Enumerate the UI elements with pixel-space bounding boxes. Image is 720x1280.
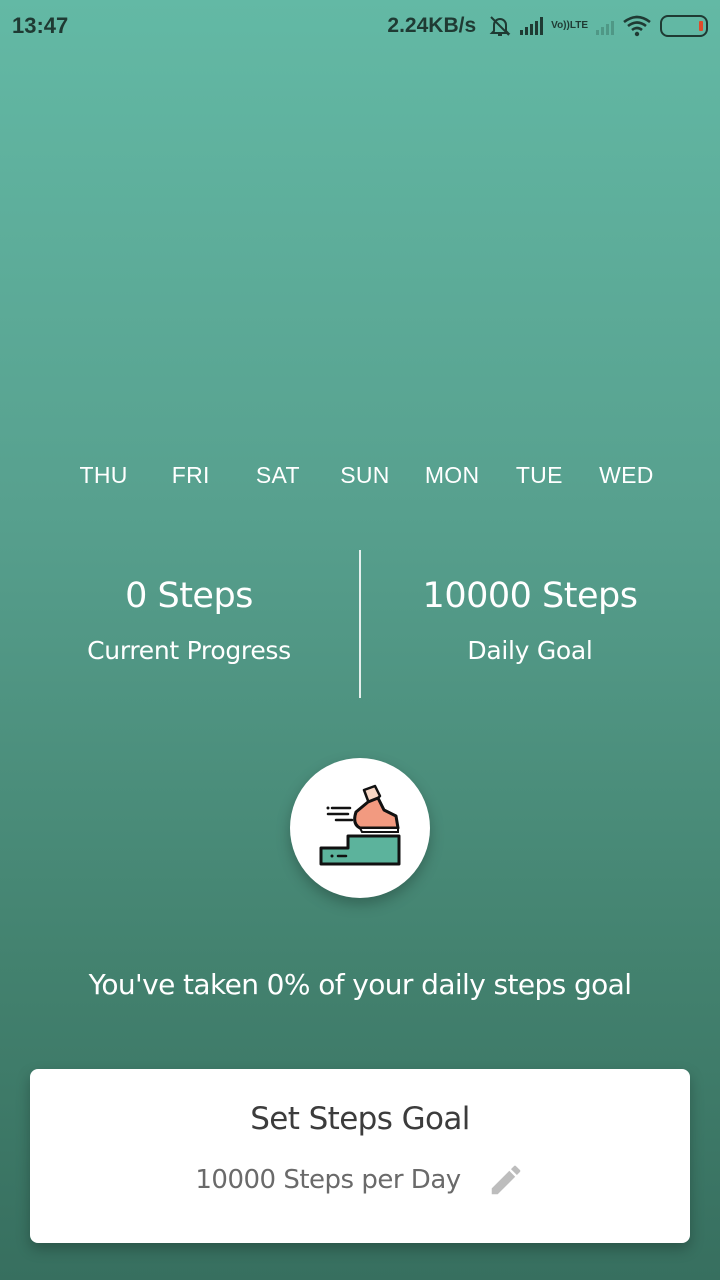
lte-label: LTE [569, 20, 588, 31]
progress-message: You've taken 0% of your daily steps goal [88, 968, 632, 1001]
network-speed: 2.24KB/s [387, 14, 477, 37]
day-thu[interactable]: THU [60, 462, 147, 489]
day-wed[interactable]: WED [583, 462, 670, 489]
stats-panel: 0 Steps Current Progress 10000 Steps Dai… [0, 550, 720, 698]
status-icons: 2.24KB/s Vo)) LTE [387, 14, 708, 38]
daily-goal-label: Daily Goal [467, 636, 593, 665]
weekday-row: THU FRI SAT SUN MON TUE WED [60, 462, 670, 489]
day-sun[interactable]: SUN [321, 462, 408, 489]
running-shoe-stairs-icon [318, 784, 402, 873]
day-fri[interactable]: FRI [147, 462, 234, 489]
signal-secondary-icon [596, 17, 614, 35]
current-progress-label: Current Progress [87, 636, 291, 665]
stats-divider [359, 550, 361, 698]
step-icon-circle [290, 758, 430, 898]
day-sat[interactable]: SAT [234, 462, 321, 489]
signal-icon [520, 17, 544, 35]
status-bar: 13:47 2.24KB/s Vo)) LTE [0, 0, 720, 52]
volte-label: Vo)) [551, 20, 570, 31]
bell-muted-icon [488, 14, 512, 38]
status-time: 13:47 [12, 13, 69, 38]
goal-steps-value: 10000 Steps [422, 576, 638, 616]
current-progress-stat: 0 Steps Current Progress [29, 550, 349, 665]
daily-goal-stat: 10000 Steps Daily Goal [370, 550, 690, 665]
goal-summary-row: 10000 Steps per Day [30, 1161, 690, 1199]
wifi-icon [622, 15, 652, 37]
battery-icon [660, 15, 708, 37]
goal-per-day-text: 10000 Steps per Day [195, 1165, 461, 1195]
set-goal-title: Set Steps Goal [250, 1101, 470, 1137]
day-tue[interactable]: TUE [496, 462, 583, 489]
volte-icon: Vo)) LTE [551, 21, 588, 31]
day-mon[interactable]: MON [409, 462, 496, 489]
pencil-icon[interactable] [487, 1161, 525, 1199]
set-goal-card[interactable]: Set Steps Goal 10000 Steps per Day [30, 1069, 690, 1243]
current-steps-value: 0 Steps [125, 576, 253, 616]
